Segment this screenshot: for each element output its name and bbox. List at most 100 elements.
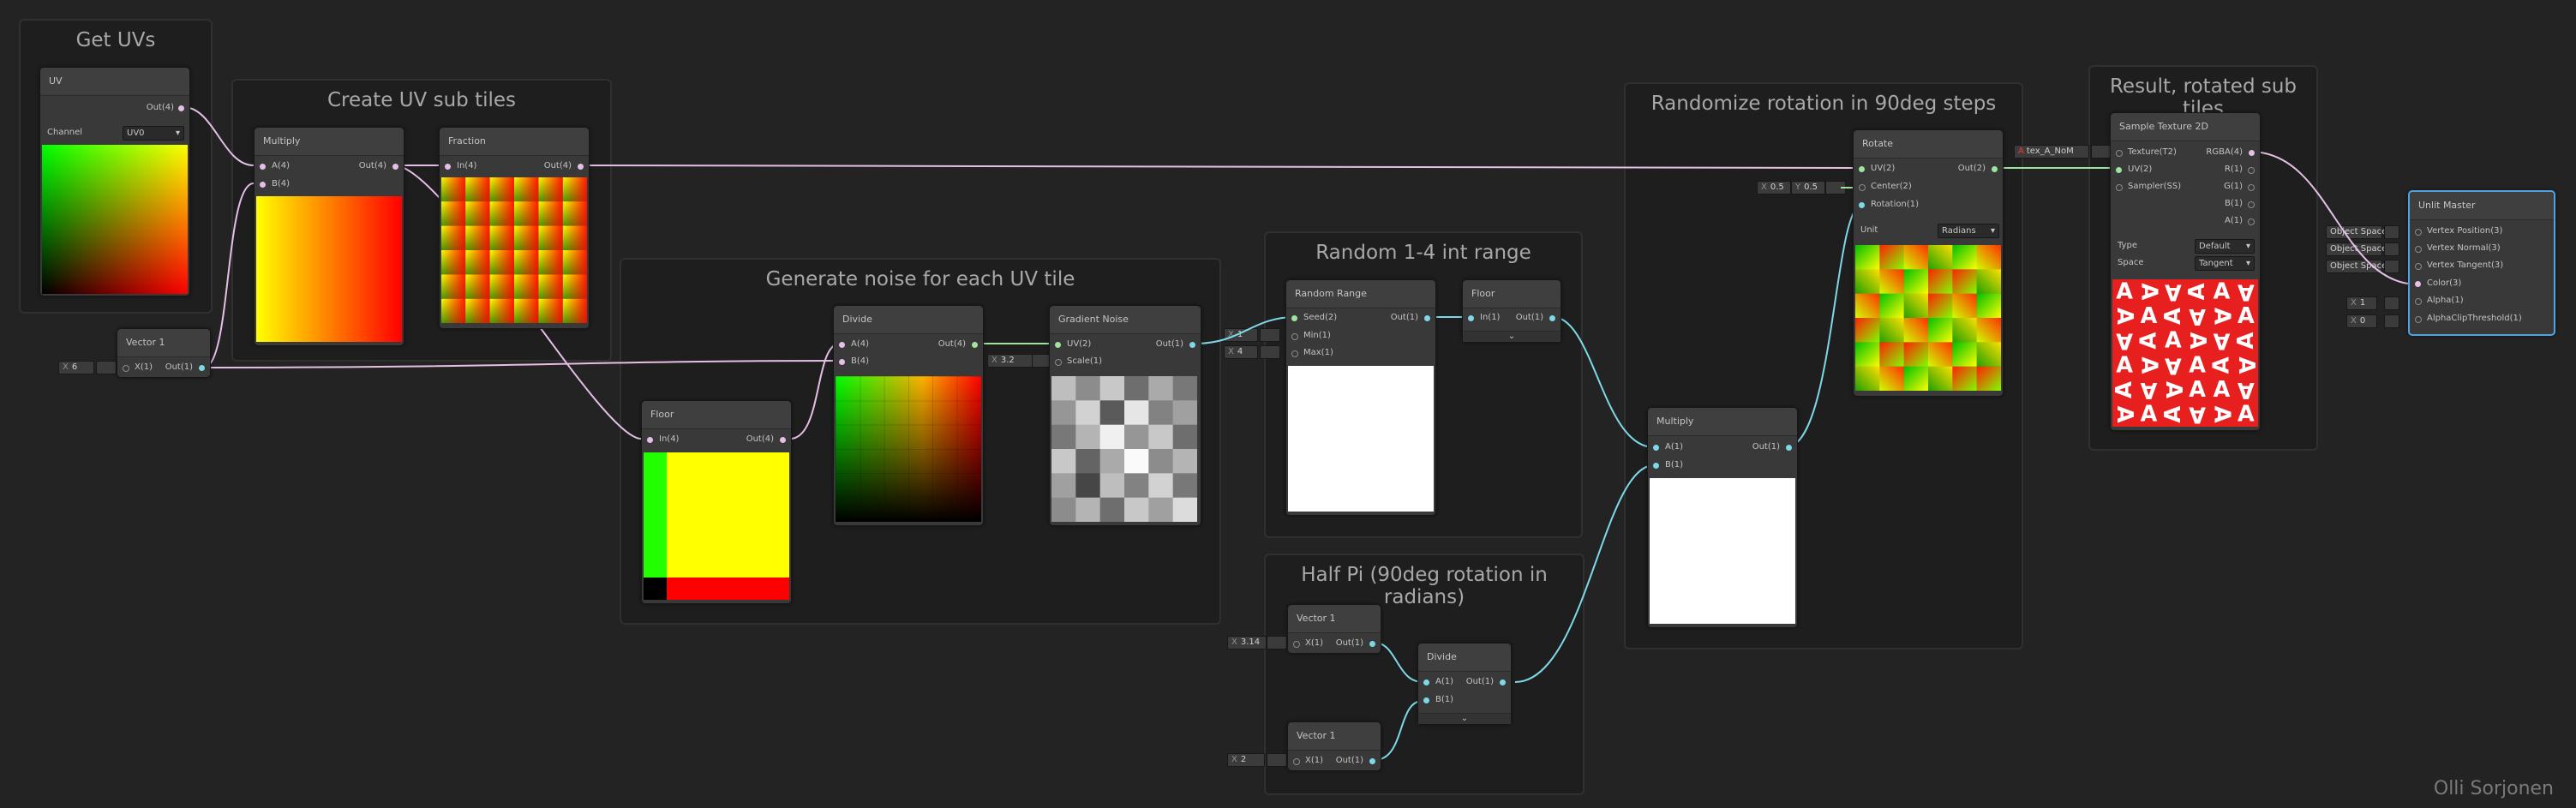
rotate-out-dot[interactable] — [1992, 166, 1998, 172]
channel-dropdown[interactable]: UV0 ▾ — [123, 126, 184, 141]
multiply-a-out-port[interactable]: Out(4) — [359, 160, 386, 172]
floor-a-out-port[interactable]: Out(4) — [746, 434, 774, 446]
noise-out-port[interactable]: Out(1) — [1156, 338, 1183, 350]
noise-out-dot[interactable] — [1189, 342, 1195, 348]
floor-a-out-dot[interactable] — [780, 437, 786, 443]
random-out-dot[interactable] — [1424, 315, 1430, 321]
sample-sampler-dot[interactable] — [2116, 184, 2123, 191]
divide-b-in-b-dot[interactable] — [1423, 697, 1429, 703]
divide-b-in-a-dot[interactable] — [1423, 679, 1429, 685]
space-connector-2[interactable] — [2384, 242, 2399, 256]
vector1-a-out-port[interactable]: Out(1) — [165, 362, 193, 374]
multiply-b-in-a-port[interactable]: A(1) — [1665, 441, 1683, 453]
vector1-b-input[interactable]: X 3.14 — [1227, 636, 1267, 649]
divide-a-in-a-dot[interactable] — [839, 342, 845, 348]
noise-uv-dot[interactable] — [1055, 342, 1061, 348]
vertex-position-dot[interactable] — [2415, 229, 2422, 236]
alpha-connector[interactable] — [2384, 296, 2399, 310]
noise-scale-input[interactable]: X 3.2 — [987, 354, 1033, 368]
multiply-a-out-dot[interactable] — [392, 164, 398, 170]
floor-b-out-port[interactable]: Out(1) — [1516, 312, 1543, 324]
multiply-b-out-port[interactable]: Out(1) — [1752, 441, 1780, 453]
rotate-unit-dropdown[interactable]: Radians ▾ — [1938, 224, 1999, 238]
noise-uv-port[interactable]: UV(2) — [1067, 338, 1091, 350]
floor-b-in-dot[interactable] — [1468, 315, 1474, 321]
alpha-dot[interactable] — [2415, 298, 2422, 305]
floor-a-node[interactable]: Floor In(4) Out(4) — [641, 400, 792, 604]
divide-b-node[interactable]: Divide A(1) B(1) Out(1) ⌄ — [1417, 643, 1512, 725]
floor-b-in-port[interactable]: In(1) — [1480, 312, 1500, 324]
multiply-a-in-b-dot[interactable] — [260, 182, 266, 188]
alpha-port[interactable]: Alpha(1) — [2427, 295, 2464, 307]
vector1-b-node[interactable]: Vector 1 X(1) Out(1) — [1287, 604, 1381, 654]
space-connector-3[interactable] — [2384, 260, 2399, 273]
sample-sampler-port[interactable]: Sampler(SS) — [2128, 181, 2181, 193]
floor-a-in-dot[interactable] — [647, 437, 653, 443]
noise-scale-dot[interactable] — [1055, 359, 1062, 366]
sample-space-dropdown[interactable]: Tangent ▾ — [2195, 256, 2255, 271]
sample-texture-node[interactable]: Sample Texture 2D Texture(T2) UV(2) Samp… — [2110, 112, 2261, 431]
rotate-center-port[interactable]: Center(2) — [1871, 181, 1912, 193]
random-seed-dot[interactable] — [1291, 315, 1297, 321]
sample-a-dot[interactable] — [2248, 218, 2255, 225]
vertex-position-port[interactable]: Vertex Position(3) — [2427, 225, 2502, 237]
divide-b-in-b-port[interactable]: B(1) — [1435, 694, 1453, 706]
sample-b-port[interactable]: B(1) — [2225, 198, 2243, 210]
uv-out-dot[interactable] — [178, 105, 184, 111]
floor-b-out-dot[interactable] — [1549, 315, 1555, 321]
random-max-dot[interactable] — [1291, 350, 1298, 357]
rotate-center-dot[interactable] — [1859, 184, 1866, 191]
texture-connector[interactable] — [2091, 145, 2112, 159]
multiply-b-in-a-dot[interactable] — [1653, 445, 1659, 451]
vertex-tangent-port[interactable]: Vertex Tangent(3) — [2427, 260, 2503, 272]
divide-b-out-port[interactable]: Out(1) — [1466, 676, 1494, 688]
sample-rgba-dot[interactable] — [2249, 150, 2255, 156]
random-min-dot[interactable] — [1291, 333, 1298, 340]
vector1-a-connector[interactable] — [96, 361, 117, 374]
random-max-connector[interactable] — [1260, 345, 1280, 359]
sample-r-dot[interactable] — [2248, 167, 2255, 174]
vector1-c-node[interactable]: Vector 1 X(1) Out(1) — [1287, 721, 1381, 771]
floor-b-node[interactable]: Floor In(1) Out(1) ⌄ — [1462, 279, 1561, 343]
sample-texture-in-port[interactable]: Texture(T2) — [2128, 147, 2177, 159]
rotate-center-connector[interactable] — [1825, 181, 1846, 195]
vector1-b-connector[interactable] — [1267, 636, 1287, 649]
multiply-a-in-a-dot[interactable] — [260, 164, 266, 170]
space-connector-1[interactable] — [2384, 225, 2399, 239]
vector1-b-out-dot[interactable] — [1369, 641, 1375, 647]
uv-out-port[interactable]: Out(4) — [147, 102, 174, 114]
rotate-rotation-dot[interactable] — [1859, 202, 1865, 208]
vector1-b-in-dot[interactable] — [1293, 641, 1300, 648]
alpha-clip-port[interactable]: AlphaClipThreshold(1) — [2427, 313, 2522, 325]
multiply-a-in-a-port[interactable]: A(4) — [272, 160, 290, 172]
vector1-a-input[interactable]: X6 — [58, 361, 94, 374]
vector1-a-in-dot[interactable] — [123, 365, 129, 372]
vertex-normal-port[interactable]: Vertex Normal(3) — [2427, 242, 2501, 254]
sample-rgba-port[interactable]: RGBA(4) — [2206, 147, 2243, 159]
random-min-input[interactable]: X1 — [1224, 328, 1258, 342]
alpha-input[interactable]: X1 — [2346, 296, 2377, 310]
vector1-b-x-port[interactable]: X(1) — [1305, 637, 1323, 649]
unlit-master-node[interactable]: Unlit Master Vertex Position(3) Vertex N… — [2408, 190, 2555, 336]
multiply-b-in-b-dot[interactable] — [1653, 463, 1659, 469]
rotate-center-x-input[interactable]: X 0.5 — [1757, 181, 1791, 195]
multiply-b-in-b-port[interactable]: B(1) — [1665, 459, 1683, 471]
rotate-center-y-input[interactable]: Y 0.5 — [1791, 181, 1825, 195]
sample-type-dropdown[interactable]: Default ▾ — [2195, 239, 2255, 254]
sample-uv-port[interactable]: UV(2) — [2128, 164, 2152, 176]
expand-preview-button[interactable]: ⌄ — [1463, 331, 1561, 342]
alpha-clip-dot[interactable] — [2415, 316, 2422, 323]
random-min-port[interactable]: Min(1) — [1303, 330, 1331, 342]
divide-a-in-a-port[interactable]: A(4) — [851, 338, 869, 350]
divide-a-in-b-port[interactable]: B(4) — [851, 356, 869, 368]
vector1-c-input[interactable]: X2 — [1227, 753, 1265, 767]
rotate-node[interactable]: Rotate UV(2) Center(2) Rotation(1) Out(2… — [1853, 129, 2004, 397]
sample-uv-dot[interactable] — [2116, 167, 2122, 173]
vector1-a-x-port[interactable]: X(1) — [135, 362, 153, 374]
divide-b-in-a-port[interactable]: A(1) — [1435, 676, 1453, 688]
sample-r-port[interactable]: R(1) — [2225, 164, 2243, 176]
sample-g-port[interactable]: G(1) — [2224, 181, 2243, 193]
random-min-connector[interactable] — [1260, 328, 1280, 342]
sample-texture-in-dot[interactable] — [2116, 150, 2123, 157]
random-seed-port[interactable]: Seed(2) — [1303, 312, 1337, 324]
